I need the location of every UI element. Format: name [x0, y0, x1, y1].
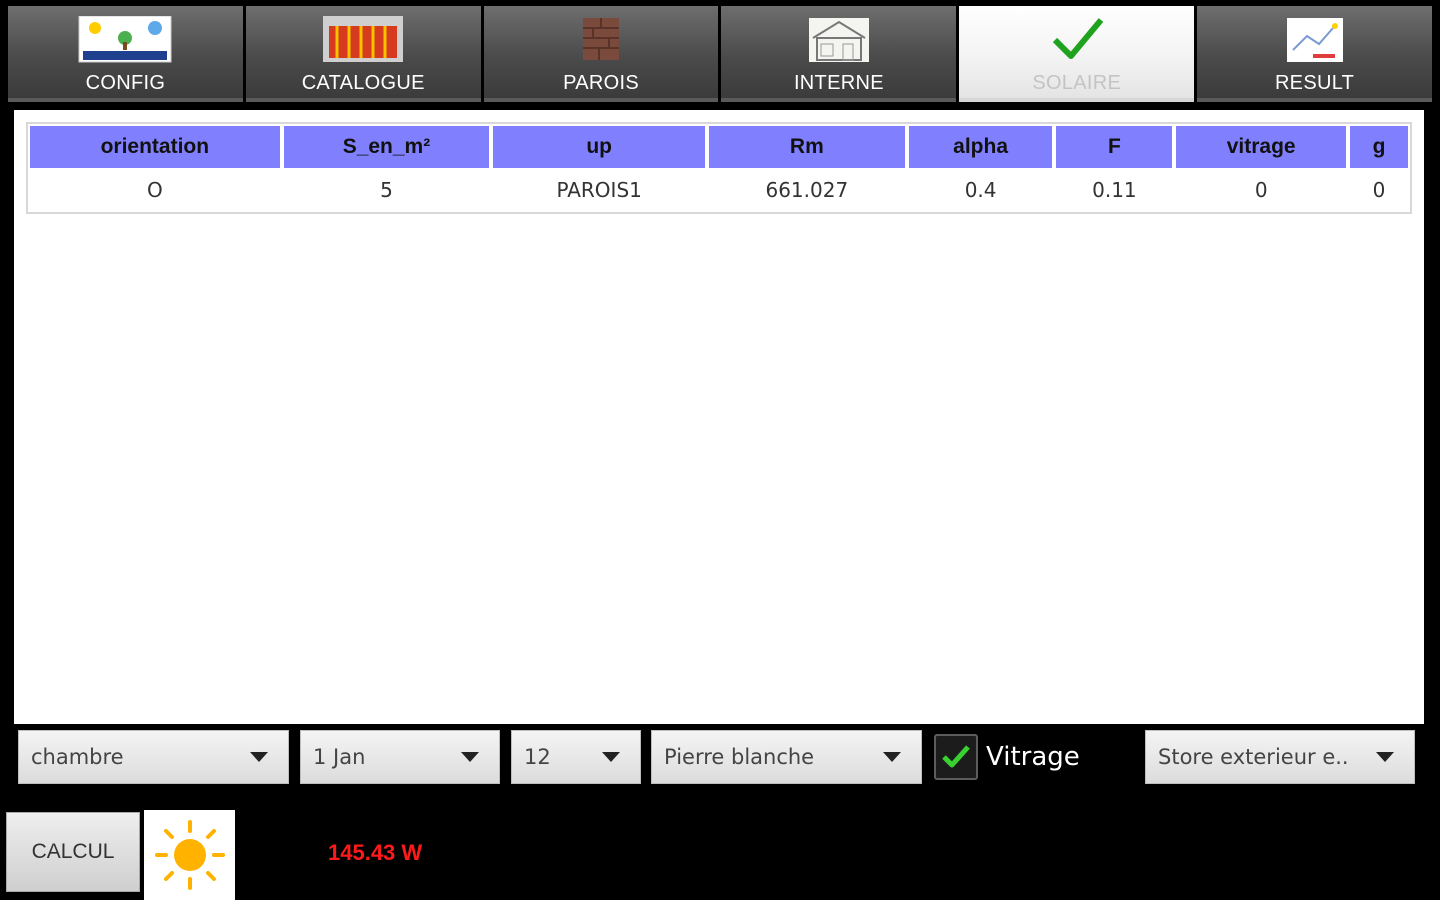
brick-wall-icon — [569, 16, 633, 62]
tab-parois-label: PAROIS — [563, 72, 640, 94]
tab-config-label: CONFIG — [85, 72, 166, 94]
column-header-surface[interactable]: S_en_m² — [283, 126, 490, 168]
vitrage-checkbox[interactable]: Vitrage — [934, 734, 1080, 780]
room-select-value: chambre — [31, 745, 124, 769]
date-select[interactable]: 1 Jan — [300, 730, 500, 784]
cell-surface: 5 — [380, 178, 393, 202]
result-sketch-icon — [1283, 16, 1347, 62]
tab-catalogue-label: CATALOGUE — [301, 72, 425, 94]
cell-orientation: O — [146, 178, 163, 202]
cell-up: PAROIS1 — [556, 178, 642, 202]
chevron-down-icon — [883, 752, 901, 762]
tab-catalogue[interactable]: CATALOGUE — [245, 6, 481, 102]
column-header-f[interactable]: F — [1056, 126, 1173, 168]
vitrage-checkbox-label: Vitrage — [986, 742, 1080, 772]
checkmark-icon — [1045, 16, 1109, 62]
chevron-down-icon — [461, 752, 479, 762]
cell-alpha: 0.4 — [964, 178, 997, 202]
tab-parois[interactable]: PAROIS — [483, 6, 719, 102]
radiator-catalogue-icon — [323, 16, 404, 62]
cell-vitrage: 0 — [1254, 178, 1268, 202]
cell-rm: 661.027 — [765, 178, 849, 202]
chevron-down-icon — [602, 752, 620, 762]
hour-select[interactable]: 12 — [511, 730, 641, 784]
store-select-value: Store exterieur e.. — [1158, 745, 1349, 769]
solar-table: orientation S_en_m² up Rm alpha F vitrag… — [26, 122, 1412, 214]
checkmark-icon — [942, 745, 970, 768]
house-interior-icon — [807, 16, 871, 62]
result-value: 145.43 W — [328, 840, 423, 865]
hour-select-value: 12 — [524, 745, 551, 769]
table-header: orientation S_en_m² up Rm alpha F vitrag… — [28, 124, 1410, 168]
cell-f: 0.11 — [1092, 178, 1137, 202]
material-select-value: Pierre blanche — [664, 745, 815, 769]
cell-g: 0 — [1372, 178, 1386, 202]
sun-icon-box — [144, 810, 235, 900]
tab-config[interactable]: CONFIG — [8, 6, 243, 102]
column-header-alpha[interactable]: alpha — [908, 126, 1053, 168]
chevron-down-icon — [250, 752, 268, 762]
column-header-g[interactable]: g — [1350, 126, 1408, 168]
tecandroid-logo-icon — [78, 16, 172, 63]
tab-solaire[interactable]: SOLAIRE — [959, 6, 1195, 102]
tab-interne[interactable]: INTERNE — [721, 6, 957, 102]
room-select[interactable]: chambre — [18, 730, 289, 784]
column-header-vitrage[interactable]: vitrage — [1176, 126, 1347, 168]
table-row[interactable]: O 5 PAROIS1 661.027 0.4 0.11 0 0 — [28, 168, 1410, 212]
chevron-down-icon — [1376, 752, 1394, 762]
tab-result[interactable]: RESULT — [1197, 6, 1432, 102]
date-select-value: 1 Jan — [313, 745, 366, 769]
solar-panel: orientation S_en_m² up Rm alpha F vitrag… — [14, 110, 1424, 724]
column-header-orientation[interactable]: orientation — [30, 126, 280, 168]
tab-bar: CONFIG CATALOGUE PAROIS INTERNE SOLAIRE … — [8, 6, 1432, 102]
sun-icon — [154, 820, 225, 890]
tab-solaire-label: SOLAIRE — [1032, 72, 1122, 94]
column-header-rm[interactable]: Rm — [709, 126, 905, 168]
tab-result-label: RESULT — [1274, 72, 1355, 94]
calcul-button[interactable]: CALCUL — [6, 812, 140, 892]
tab-interne-label: INTERNE — [793, 72, 884, 94]
column-header-up[interactable]: up — [493, 126, 705, 168]
checkbox-box[interactable] — [934, 734, 978, 780]
material-select[interactable]: Pierre blanche — [651, 730, 922, 784]
store-select[interactable]: Store exterieur e.. — [1145, 730, 1415, 784]
